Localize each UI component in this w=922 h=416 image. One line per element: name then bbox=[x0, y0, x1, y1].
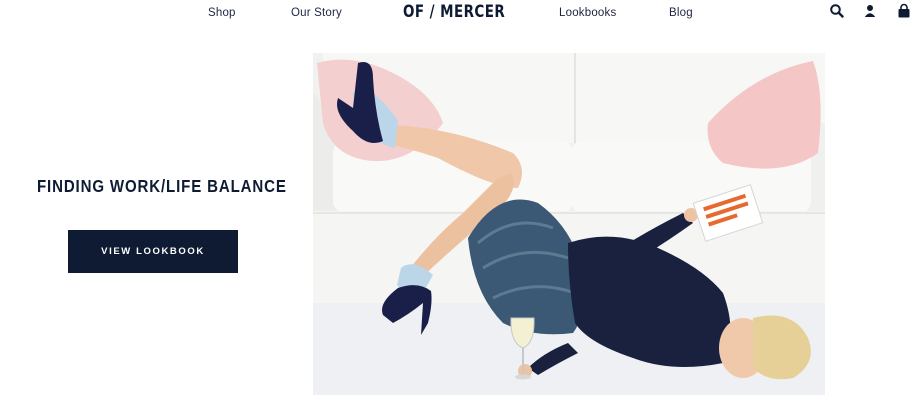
account-icon-graphic bbox=[864, 5, 876, 17]
brand-logo[interactable]: OF / MERCER bbox=[403, 2, 505, 22]
nav-shop-link[interactable]: Shop bbox=[208, 7, 236, 19]
search-icon[interactable] bbox=[829, 3, 845, 19]
view-lookbook-button[interactable]: VIEW LOOKBOOK bbox=[68, 230, 238, 273]
account-icon[interactable] bbox=[862, 3, 878, 19]
top-navigation: Shop Our Story OF / MERCER Lookbooks Blo… bbox=[0, 0, 922, 34]
nav-blog-link[interactable]: Blog bbox=[669, 7, 693, 19]
hero-lookbook-photo[interactable] bbox=[313, 53, 825, 395]
nav-lookbooks-link[interactable]: Lookbooks bbox=[559, 7, 616, 19]
search-icon-graphic bbox=[830, 4, 844, 18]
cart-icon[interactable] bbox=[896, 3, 912, 19]
feature-headline: FINDING WORK/LIFE BALANCE bbox=[37, 176, 287, 196]
cart-icon-graphic bbox=[898, 3, 910, 18]
hero-photo-illustration bbox=[313, 53, 825, 395]
nav-our-story-link[interactable]: Our Story bbox=[291, 7, 342, 19]
